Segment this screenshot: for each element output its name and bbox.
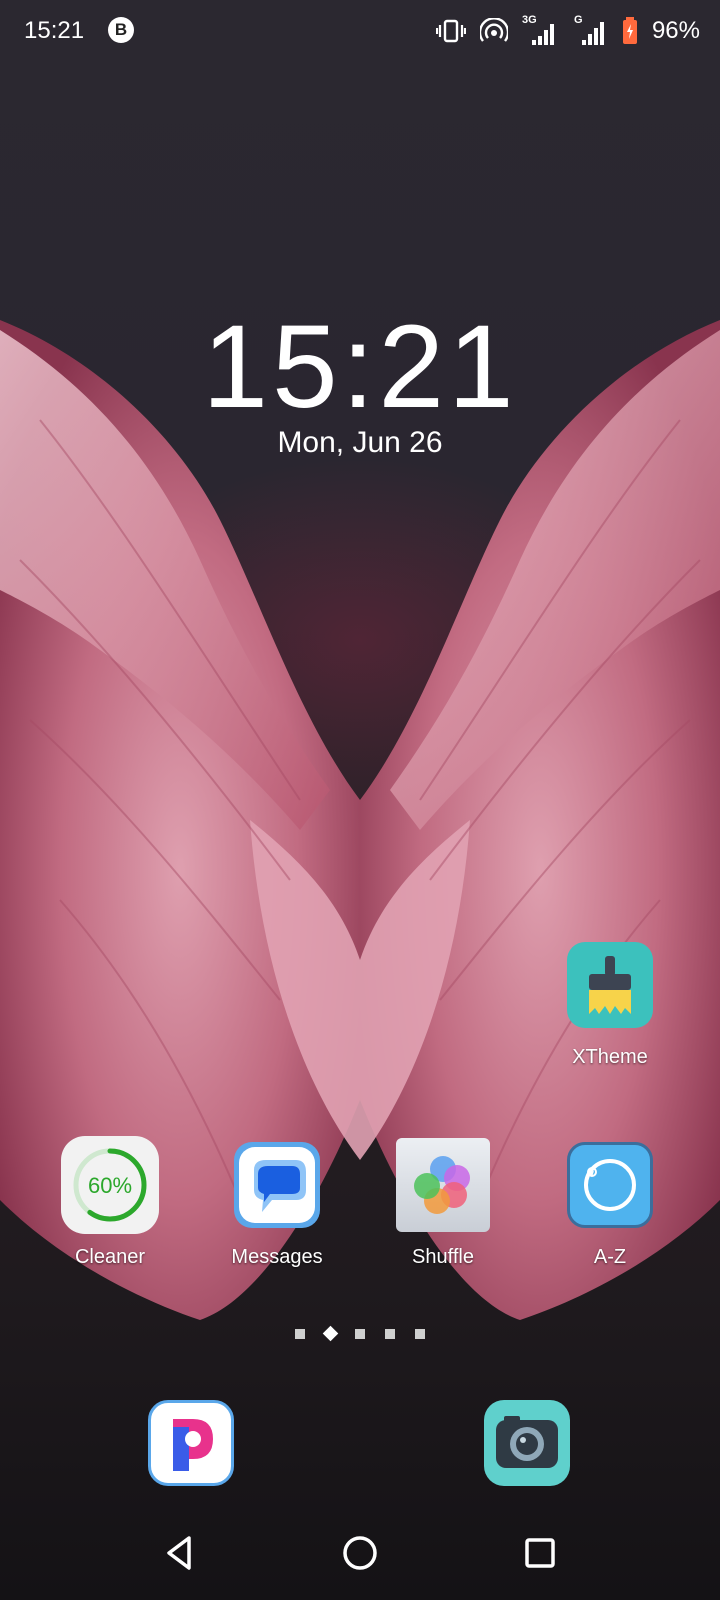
page-dot[interactable]	[385, 1329, 395, 1339]
app-cleaner[interactable]: 60% Cleaner	[40, 1136, 180, 1269]
app-label: A-Z	[593, 1246, 627, 1268]
chat-bubble-icon	[234, 1142, 320, 1228]
status-icons: 3G G 96%	[435, 14, 700, 48]
wallpaper	[0, 0, 720, 1600]
home-icon[interactable]	[335, 1528, 385, 1578]
recents-icon[interactable]	[515, 1528, 565, 1578]
page-dot-active[interactable]	[322, 1325, 339, 1342]
app-xtheme[interactable]: XTheme	[540, 942, 680, 1069]
status-time: 15:21	[24, 17, 85, 44]
back-icon[interactable]	[155, 1528, 205, 1578]
battery-percent: 96%	[651, 17, 700, 44]
page-dot[interactable]	[415, 1329, 425, 1339]
camera-icon[interactable]	[484, 1400, 570, 1486]
app-label: Messages	[231, 1246, 323, 1268]
app-label: XTheme	[572, 1046, 648, 1068]
status-bar: 15:21 B 3G G 96%	[0, 0, 720, 62]
app-label: Cleaner	[74, 1246, 146, 1268]
battery-charging-icon	[622, 17, 637, 44]
app-label: Shuffle	[412, 1246, 474, 1268]
navigation-bar	[0, 1508, 720, 1600]
brush-icon	[567, 942, 653, 1028]
b-circle-icon: B	[108, 17, 134, 43]
flower-petals-icon	[396, 1138, 490, 1232]
clock-widget-time[interactable]: 15:21	[0, 308, 720, 426]
p-browser-icon[interactable]	[148, 1400, 234, 1486]
signal-3g-icon: 3G	[522, 14, 558, 46]
circle-arrow-icon	[567, 1142, 653, 1228]
hotspot-icon	[479, 18, 508, 42]
page-dot[interactable]	[355, 1329, 365, 1339]
wings-wallpaper-art	[0, 320, 720, 1320]
page-indicator[interactable]	[0, 1324, 720, 1344]
vibrate-icon	[435, 19, 466, 43]
signal-g-icon: G	[572, 14, 608, 46]
cleaner-percent: 60%	[87, 1173, 133, 1198]
cleaner-ring-icon: 60%	[61, 1136, 159, 1234]
clock-widget-date[interactable]: Mon, Jun 26	[0, 426, 720, 460]
app-messages[interactable]: Messages	[207, 1142, 347, 1269]
app-a-z[interactable]: A-Z	[540, 1142, 680, 1269]
app-shuffle[interactable]: Shuffle	[373, 1138, 513, 1269]
page-dot[interactable]	[295, 1329, 305, 1339]
